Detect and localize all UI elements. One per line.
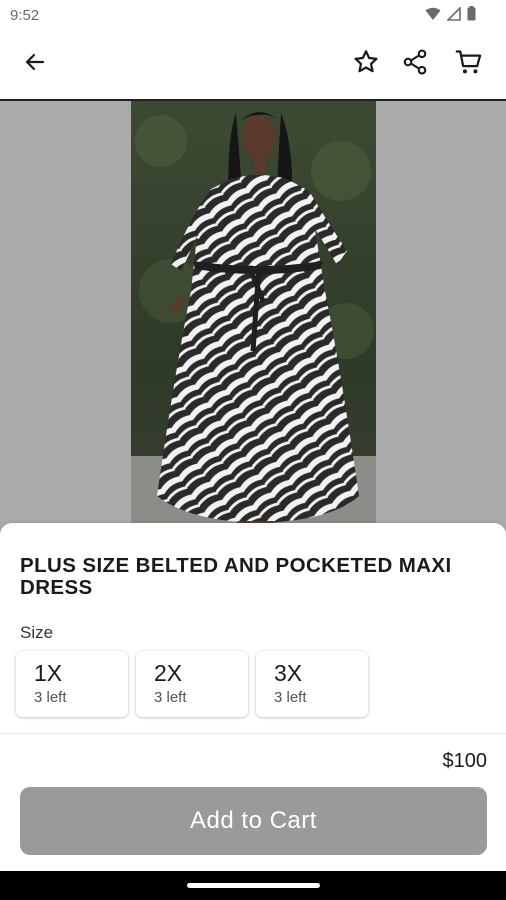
home-indicator[interactable]	[187, 883, 320, 888]
size-option-2x[interactable]: 2X 3 left	[136, 651, 248, 717]
size-options: 1X 3 left 2X 3 left 3X 3 left	[16, 651, 368, 717]
app-bar	[0, 32, 506, 99]
divider	[0, 733, 506, 734]
favorite-button[interactable]	[348, 46, 384, 82]
share-button[interactable]	[397, 46, 433, 82]
size-option-1x[interactable]: 1X 3 left	[16, 651, 128, 717]
back-arrow-icon	[23, 50, 47, 79]
wifi-icon	[425, 7, 441, 26]
status-bar: 9:52	[0, 0, 506, 32]
size-option-3x[interactable]: 3X 3 left	[256, 651, 368, 717]
status-icons	[425, 5, 476, 26]
size-stock: 3 left	[274, 689, 307, 706]
product-price: $100	[442, 750, 488, 772]
size-name: 3X	[274, 660, 303, 686]
product-title: PLUS SIZE BELTED AND POCKETED MAXI DRESS	[20, 554, 452, 599]
size-name: 1X	[34, 660, 63, 686]
status-time: 9:52	[10, 7, 40, 24]
cart-button[interactable]	[451, 46, 487, 82]
star-icon	[352, 48, 380, 81]
cart-icon	[455, 48, 483, 81]
size-name: 2X	[154, 660, 183, 686]
product-image-area	[0, 101, 506, 541]
back-button[interactable]	[17, 46, 53, 82]
size-label: Size	[20, 623, 54, 642]
add-to-cart-button[interactable]: Add to Cart	[20, 787, 487, 855]
system-nav-bar	[0, 871, 506, 900]
product-photo	[131, 101, 376, 541]
product-detail-sheet: PLUS SIZE BELTED AND POCKETED MAXI DRESS…	[0, 523, 506, 871]
share-icon	[401, 48, 429, 81]
battery-icon	[467, 6, 476, 26]
signal-icon	[446, 5, 461, 26]
size-stock: 3 left	[34, 689, 67, 706]
size-stock: 3 left	[154, 689, 187, 706]
